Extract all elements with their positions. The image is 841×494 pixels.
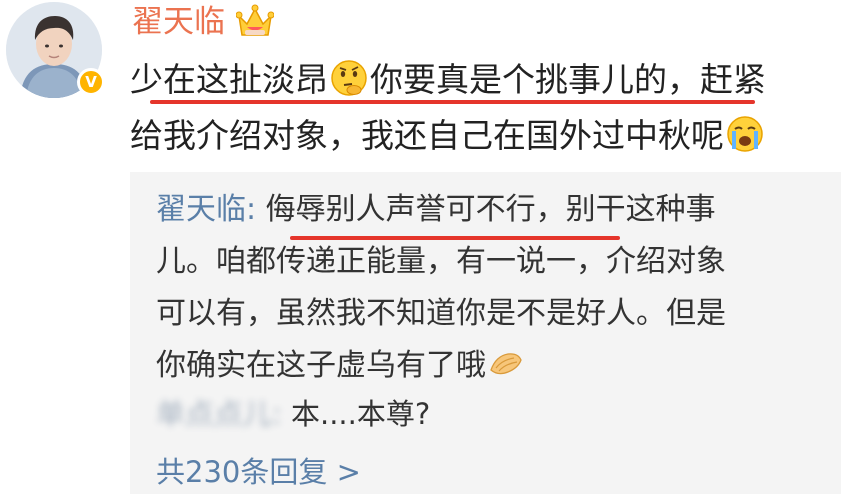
reply-text-segment: 侮辱别人声誉可不行，别干这种事 [265,192,716,227]
post-text-segment: 你要真是个挑事儿的，赶紧 [370,60,766,99]
highlight-underline [290,236,620,240]
thinking-face-icon [331,59,367,96]
post-content: 少在这扯淡昂 你要真是个挑事儿的，赶紧 给我介绍对象，我还自己在国外过中秋呢 [130,52,830,164]
sub-reply[interactable]: 单点点儿: 本....本尊? [156,394,430,434]
post-text-segment: 给我介绍对象，我还自己在国外过中秋呢 [130,116,724,155]
post-line-2: 给我介绍对象，我还自己在国外过中秋呢 [130,108,830,164]
reply-author-separator: : [246,192,266,227]
verified-badge-icon: V [77,68,105,96]
reply-line-4: 你确实在这子虚乌有了哦 [156,340,826,392]
reply-line-1: 翟天临: 侮辱别人声誉可不行，别干这种事 [156,184,826,236]
reply-text-segment: 你确实在这子虚乌有了哦 [156,348,486,383]
highlight-underline [150,100,755,104]
sub-reply-text: 本....本尊? [281,397,431,431]
crying-face-icon [727,115,763,152]
clapping-hands-icon [490,352,522,374]
vip-crown-icon [236,4,274,36]
more-replies-link[interactable]: 共230条回复 > [156,452,361,492]
reply-line-3: 可以有，虽然我不知道你是不是好人。但是 [156,296,726,331]
post-text-segment: 少在这扯淡昂 [130,60,328,99]
reply-author-name[interactable]: 翟天临 [156,192,246,227]
reply-content: 翟天临: 侮辱别人声誉可不行，别干这种事 儿。咱都传递正能量，有一说一，介绍对象… [156,184,826,392]
reply-box: 翟天临: 侮辱别人声誉可不行，别干这种事 儿。咱都传递正能量，有一说一，介绍对象… [130,172,841,494]
post-author-name[interactable]: 翟天临 [132,2,225,42]
reply-line-2: 儿。咱都传递正能量，有一说一，介绍对象 [156,244,726,279]
blurred-author-name: 单点点儿: [156,397,282,431]
